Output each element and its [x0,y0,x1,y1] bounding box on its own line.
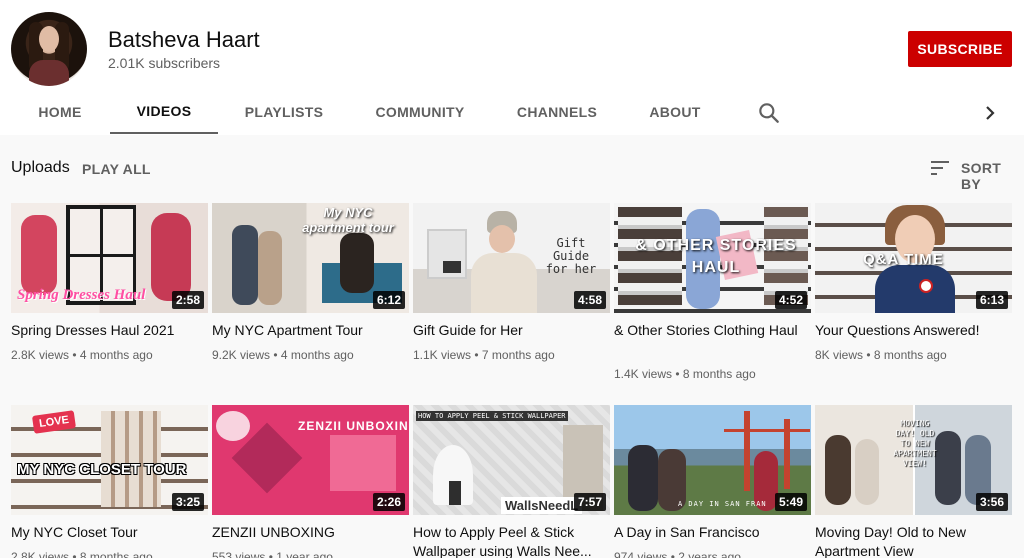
subscriber-count: 2.01K subscribers [108,55,221,71]
video-thumbnail[interactable]: Q&A TIME 6:13 [815,203,1012,313]
tab-videos[interactable]: VIDEOS [110,90,218,134]
channel-avatar[interactable] [11,12,87,86]
video-title[interactable]: ZENZII UNBOXING [212,523,409,542]
upload-age: 1 year ago [276,550,333,558]
thumbnail-text: My NYC apartment tour [302,205,394,235]
video-title[interactable]: & Other Stories Clothing Haul [614,321,811,340]
video-duration: 6:12 [372,291,405,309]
view-count: 1.4K views [614,367,673,381]
sort-by-button[interactable]: SORT BY [961,160,1024,192]
thumbnail-subtext: WallsNeedL [501,497,583,514]
channel-header: Batsheva Haart 2.01K subscribers SUBSCRI… [0,0,1024,135]
video-duration: 2:58 [171,291,204,309]
view-count: 974 views [614,550,668,558]
upload-age: 4 months ago [79,348,153,362]
sort-icon[interactable] [930,160,950,176]
tab-about[interactable]: ABOUT [640,90,710,134]
video-duration: 7:57 [573,493,606,511]
thumbnail-text: HOW TO APPLY PEEL & STICK WALLPAPER [416,411,568,421]
video-thumbnail[interactable]: HOW TO APPLY PEEL & STICK WALLPAPER Wall… [413,405,610,515]
video-title[interactable]: Your Questions Answered! [815,321,1012,340]
upload-age: 7 months ago [481,348,555,362]
video-thumbnail[interactable]: & OTHER STORIES HAUL 4:52 [614,203,811,313]
tab-community[interactable]: COMMUNITY [366,90,474,134]
thumbnail-text: A DAY IN SAN FRAN [678,500,767,508]
upload-age: 8 months ago [873,348,947,362]
video-title[interactable]: Moving Day! Old to New Apartment View [815,523,1012,558]
thumbnail-text: MY NYC CLOSET TOUR [17,461,187,478]
thumbnail-text: Gift Guide for her [545,236,597,276]
video-title[interactable]: A Day in San Francisco [614,523,811,542]
video-meta: 8K views • 8 months ago [815,348,947,362]
video-thumbnail[interactable]: Gift Guide for her 4:58 [413,203,610,313]
thumbnail-text: & OTHER STORIES HAUL [635,237,797,276]
video-thumbnail[interactable]: My NYC apartment tour 6:12 [212,203,409,313]
video-duration: 2:26 [372,493,405,511]
video-title[interactable]: Spring Dresses Haul 2021 [11,321,208,340]
video-duration: 3:56 [975,493,1008,511]
upload-age: 2 years ago [678,550,741,558]
video-duration: 4:52 [774,291,807,309]
tab-home[interactable]: HOME [22,90,98,134]
video-thumbnail[interactable]: ZENZII UNBOXING 2:26 [212,405,409,515]
video-meta: 9.2K views • 4 months ago [212,348,354,362]
chevron-right-icon[interactable] [978,100,1002,126]
video-duration: 5:49 [774,493,807,511]
video-meta: 1.1K views • 7 months ago [413,348,555,362]
video-title[interactable]: Gift Guide for Her [413,321,610,340]
video-meta: 553 views • 1 year ago [212,550,333,558]
video-duration: 6:13 [975,291,1008,309]
video-thumbnail[interactable]: A DAY IN SAN FRAN 5:49 [614,405,811,515]
thumbnail-text: ZENZII UNBOXING [298,419,409,433]
search-icon[interactable] [756,100,782,126]
play-all-button[interactable]: PLAY ALL [82,161,151,177]
upload-age: 8 months ago [682,367,756,381]
video-title[interactable]: How to Apply Peel & Stick Wallpaper usin… [413,523,610,558]
video-duration: 3:25 [171,493,204,511]
channel-tabs: HOME VIDEOS PLAYLISTS COMMUNITY CHANNELS… [0,90,1024,135]
view-count: 8K views [815,348,864,362]
video-duration: 4:58 [573,291,606,309]
view-count: 9.2K views [212,348,271,362]
upload-age: 4 months ago [280,348,354,362]
video-thumbnail[interactable]: MOVING DAY! OLD TO NEW APARTMENT VIEW! 3… [815,405,1012,515]
video-title[interactable]: My NYC Closet Tour [11,523,208,542]
video-title[interactable]: My NYC Apartment Tour [212,321,409,340]
view-count: 2.8K views [11,348,70,362]
video-meta: 1.4K views • 8 months ago [614,367,756,381]
thumbnail-text: Spring Dresses Haul [17,287,146,303]
video-meta: 2.8K views • 4 months ago [11,348,153,362]
uploads-title: Uploads [11,159,70,176]
video-meta: 974 views • 2 years ago [614,550,741,558]
thumbnail-text: MOVING DAY! OLD TO NEW APARTMENT VIEW! [893,419,937,468]
love-badge: LOVE [31,410,77,434]
view-count: 553 views [212,550,266,558]
upload-age: 8 months ago [79,550,153,558]
tab-playlists[interactable]: PLAYLISTS [236,90,332,134]
channel-name: Batsheva Haart [108,27,260,52]
video-thumbnail[interactable]: LOVE MY NYC CLOSET TOUR 3:25 [11,405,208,515]
view-count: 1.1K views [413,348,472,362]
subscribe-button[interactable]: SUBSCRIBE [908,31,1012,67]
video-meta: 2.8K views • 8 months ago [11,550,153,558]
video-thumbnail[interactable]: Spring Dresses Haul 2:58 [11,203,208,313]
thumbnail-text: Q&A TIME [863,251,944,268]
view-count: 2.8K views [11,550,70,558]
tab-channels[interactable]: CHANNELS [508,90,606,134]
